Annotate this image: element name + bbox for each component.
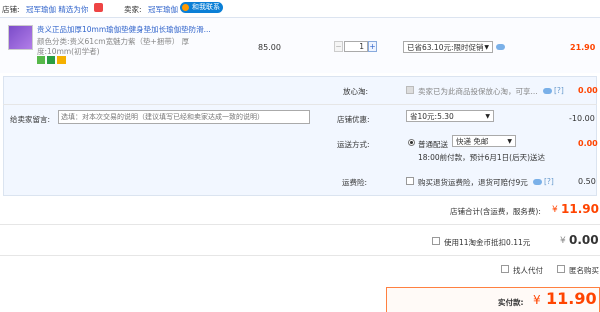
final-pay-label: 实付款:	[498, 298, 524, 307]
shipping-note: 18:00前付款，预计6月1日(后天)送达	[418, 153, 546, 162]
service-info-icon[interactable]	[543, 88, 552, 94]
coin-currency: ¥	[560, 236, 566, 246]
insurance-text: 购买退货运费险，退货可赔付9元	[418, 178, 528, 187]
proxy-pay-label: 找人代付	[513, 266, 543, 275]
proxy-pay-checkbox[interactable]	[501, 265, 509, 273]
service-icon-7day	[37, 56, 45, 64]
item-subtotal: 21.90	[570, 43, 596, 52]
coin-checkbox[interactable]	[432, 237, 440, 245]
message-input[interactable]	[58, 110, 310, 124]
shop-label: 店铺:	[2, 5, 20, 14]
service-text: 卖家已为此商品投保放心淘，可享...	[418, 87, 538, 96]
shop-total-label: 店铺合计(含运费，服务费):	[450, 207, 541, 216]
order-item-row: 贵义正品加厚10mm瑜伽垫健身垫加长瑜伽垫防滑... 颜色分类:贵义61cm宽魅…	[0, 17, 600, 73]
shipping-label: 运送方式:	[337, 140, 370, 149]
service-icon-guarantee	[47, 56, 55, 64]
shop-total-value: 11.90	[561, 202, 599, 216]
item-promo-select[interactable]: 已省63.10元:限时促销 ▼	[403, 41, 493, 53]
item-title-link[interactable]: 贵义正品加厚10mm瑜伽垫健身垫加长瑜伽垫防滑...	[37, 24, 237, 35]
service-icon-card	[57, 56, 66, 64]
shipping-radio[interactable]	[408, 139, 415, 146]
discount-value: 省10元:5.30	[410, 111, 454, 121]
insurance-checkbox[interactable]	[406, 177, 414, 185]
message-label: 给卖家留言:	[10, 115, 51, 124]
insurance-info-icon[interactable]	[533, 179, 542, 185]
qty-input[interactable]: 1	[344, 41, 368, 52]
divider	[0, 224, 600, 225]
qty-decrease-button[interactable]: −	[334, 41, 343, 52]
chevron-down-icon: ▼	[507, 137, 512, 145]
contact-seller-label: 和我联系	[192, 3, 220, 11]
discount-amount: -10.00	[569, 114, 595, 123]
service-checkbox[interactable]	[406, 86, 414, 94]
final-pay-currency: ¥	[533, 293, 541, 307]
insurance-label: 运费险:	[342, 178, 368, 187]
shop-badge-icon	[94, 3, 103, 12]
shipping-method: 普通配送	[418, 140, 448, 149]
shop-total-currency: ¥	[552, 205, 558, 215]
item-promo-value: 已省63.10元:限时促销	[407, 42, 484, 52]
anonymous-checkbox[interactable]	[557, 265, 565, 273]
service-help-link[interactable]: [?]	[554, 86, 564, 95]
shop-header-row: 店铺: 冠军瑜伽 精选为你 卖家: 冠军瑜伽 和我联系	[0, 0, 600, 16]
final-pay-value: 11.90	[546, 289, 597, 308]
shipping-amount: 0.00	[578, 139, 598, 148]
shipping-option-value: 快递 免邮	[456, 136, 489, 146]
service-label: 放心淘:	[343, 87, 369, 96]
chevron-down-icon: ▼	[484, 43, 489, 51]
insurance-help-link[interactable]: [?]	[544, 177, 554, 186]
panel-divider	[3, 104, 597, 105]
insurance-amount: 0.50	[578, 177, 596, 186]
contact-seller-button[interactable]: 和我联系	[180, 2, 223, 13]
coin-value: 0.00	[569, 233, 599, 247]
seller-name-link[interactable]: 冠军瑜伽	[148, 4, 178, 15]
coin-text: 使用11淘金币抵扣0.11元	[444, 238, 531, 247]
item-thumbnail[interactable]	[8, 25, 33, 50]
discount-select[interactable]: 省10元:5.30 ▼	[406, 110, 494, 122]
shop-name-link[interactable]: 冠军瑜伽 精选为你	[26, 4, 88, 15]
chevron-down-icon: ▼	[485, 112, 490, 120]
divider	[0, 255, 600, 256]
seller-label: 卖家:	[124, 5, 142, 14]
discount-label: 店铺优惠:	[337, 115, 370, 124]
chat-icon	[182, 4, 189, 11]
anonymous-label: 匿名购买	[569, 266, 599, 275]
item-unit-price: 85.00	[258, 43, 281, 52]
promo-info-icon[interactable]	[496, 44, 505, 50]
service-amount: 0.00	[578, 86, 598, 95]
qty-increase-button[interactable]: +	[368, 41, 377, 52]
shipping-option-select[interactable]: 快递 免邮 ▼	[452, 135, 516, 147]
